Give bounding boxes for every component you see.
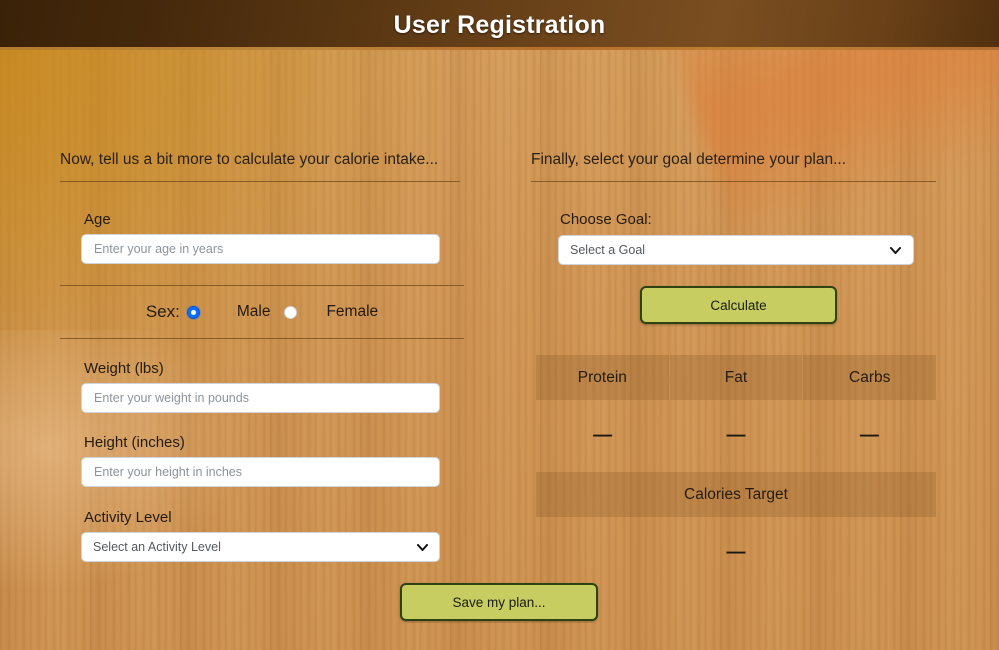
choose-goal-select[interactable]: Select a Goal	[558, 235, 914, 265]
age-label: Age	[84, 211, 111, 228]
sex-divider-bottom	[60, 338, 464, 339]
content-area: Now, tell us a bit more to calculate you…	[0, 50, 999, 650]
sex-radio-female[interactable]	[284, 305, 298, 319]
sex-radio-group: Sex: Male Female	[60, 298, 464, 326]
choose-goal-select-wrapper: Select a Goal	[558, 235, 914, 265]
sex-divider-top	[60, 285, 464, 286]
macro-header-row: Protein Fat Carbs	[536, 355, 937, 400]
macro-results-table: Protein Fat Carbs — — — Calories Target …	[536, 355, 937, 589]
weight-label: Weight (lbs)	[84, 360, 164, 377]
right-section-heading: Finally, select your goal determine your…	[531, 151, 847, 168]
right-form-column: Finally, select your goal determine your…	[500, 50, 999, 650]
sex-radio-male[interactable]	[186, 305, 200, 319]
weight-input[interactable]	[81, 383, 440, 413]
sex-option-label-female: Female	[326, 303, 379, 320]
activity-level-select[interactable]: Select an Activity Level	[81, 532, 440, 562]
sex-option-label-male: Male	[236, 303, 271, 320]
choose-goal-label: Choose Goal:	[560, 211, 652, 228]
left-section-divider	[60, 181, 460, 182]
macro-value-row: — — —	[536, 400, 936, 472]
macro-header-protein: Protein	[536, 355, 670, 400]
calculate-button[interactable]: Calculate	[640, 286, 837, 324]
activity-level-label: Activity Level	[84, 509, 172, 526]
macro-header-fat: Fat	[669, 355, 804, 400]
page-title: User Registration	[393, 10, 606, 39]
calories-target-header: Calories Target	[536, 472, 936, 517]
left-form-column: Now, tell us a bit more to calculate you…	[0, 50, 500, 650]
age-input[interactable]	[81, 234, 440, 264]
activity-level-select-wrapper: Select an Activity Level	[81, 532, 440, 562]
macro-value-fat: —	[726, 425, 746, 446]
left-section-heading: Now, tell us a bit more to calculate you…	[60, 151, 439, 168]
height-label: Height (inches)	[84, 434, 185, 451]
header-divider	[0, 47, 999, 50]
page-root: User Registration Now, tell us a bit mor…	[0, 0, 999, 650]
calories-target-value: —	[726, 542, 746, 563]
save-plan-button[interactable]: Save my plan...	[400, 583, 598, 621]
height-input[interactable]	[81, 457, 440, 487]
right-section-divider	[531, 181, 936, 182]
page-header: User Registration	[0, 0, 999, 50]
sex-label: Sex:	[145, 302, 180, 321]
macro-value-carbs: —	[859, 425, 879, 446]
macro-header-carbs: Carbs	[803, 355, 937, 400]
macro-value-protein: —	[593, 425, 613, 446]
